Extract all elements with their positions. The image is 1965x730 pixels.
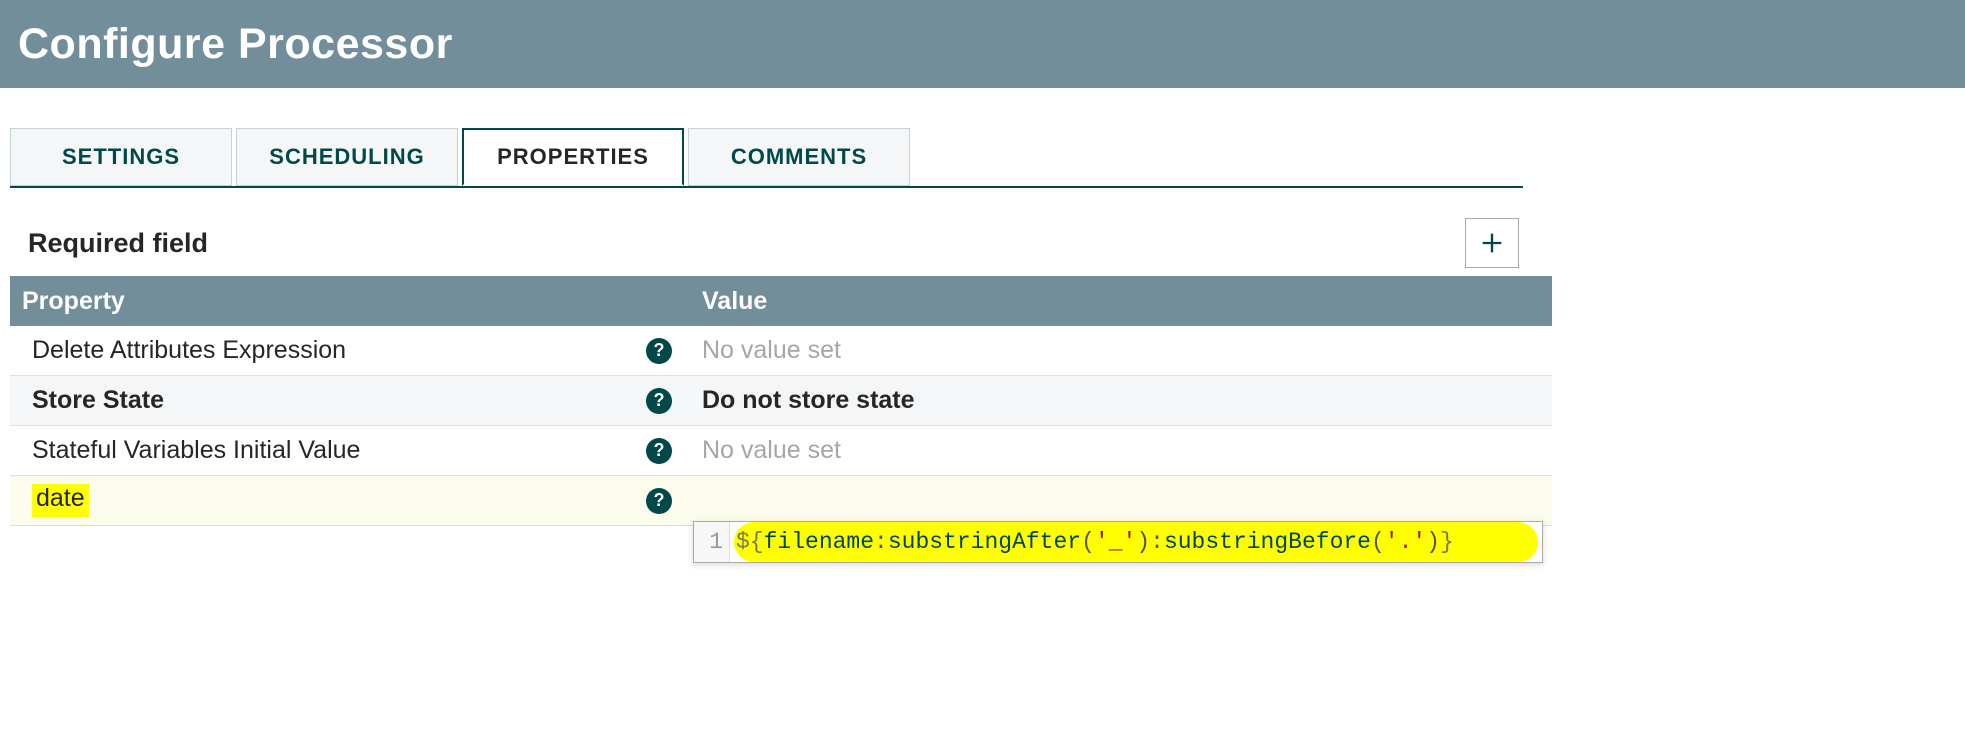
- properties-table: Property Value Delete Attributes Express…: [10, 276, 1552, 526]
- tab-comments[interactable]: COMMENTS: [688, 128, 910, 186]
- table-row[interactable]: Delete Attributes Expression ? No value …: [10, 326, 1552, 376]
- editor-gutter: 1: [694, 522, 730, 562]
- expression-editor[interactable]: 1 ${filename:substringAfter('_'):substri…: [693, 521, 1543, 563]
- question-icon[interactable]: ?: [646, 438, 672, 464]
- editor-code-text: ${filename:substringAfter('_'):substring…: [736, 529, 1454, 555]
- tabs-bar: SETTINGS SCHEDULING PROPERTIES COMMENTS: [10, 128, 1523, 188]
- property-name: Stateful Variables Initial Value: [32, 436, 646, 465]
- required-row: Required field: [10, 188, 1533, 276]
- tab-scheduling[interactable]: SCHEDULING: [236, 128, 458, 186]
- table-row[interactable]: Store State ? Do not store state: [10, 376, 1552, 426]
- col-header-property: Property: [10, 287, 688, 316]
- dialog-title: Configure Processor: [18, 20, 453, 69]
- table-header: Property Value: [10, 276, 1552, 326]
- question-icon[interactable]: ?: [646, 338, 672, 364]
- editor-code-area[interactable]: ${filename:substringAfter('_'):substring…: [730, 522, 1542, 562]
- property-value: No value set: [702, 336, 841, 365]
- table-row[interactable]: date ?: [10, 476, 1552, 526]
- property-name: date: [32, 484, 646, 517]
- table-row[interactable]: Stateful Variables Initial Value ? No va…: [10, 426, 1552, 476]
- plus-icon: [1478, 229, 1506, 257]
- property-name: Store State: [32, 386, 646, 415]
- required-field-label: Required field: [28, 228, 208, 259]
- tabs-container: SETTINGS SCHEDULING PROPERTIES COMMENTS: [0, 128, 1965, 188]
- dialog-header: Configure Processor: [0, 0, 1965, 88]
- property-value: Do not store state: [702, 386, 915, 415]
- tab-settings[interactable]: SETTINGS: [10, 128, 232, 186]
- question-icon[interactable]: ?: [646, 488, 672, 514]
- add-property-button[interactable]: [1465, 218, 1519, 268]
- question-icon[interactable]: ?: [646, 388, 672, 414]
- col-header-value: Value: [688, 287, 1294, 316]
- property-value: No value set: [702, 436, 841, 465]
- property-name: Delete Attributes Expression: [32, 336, 646, 365]
- tab-properties[interactable]: PROPERTIES: [462, 128, 684, 186]
